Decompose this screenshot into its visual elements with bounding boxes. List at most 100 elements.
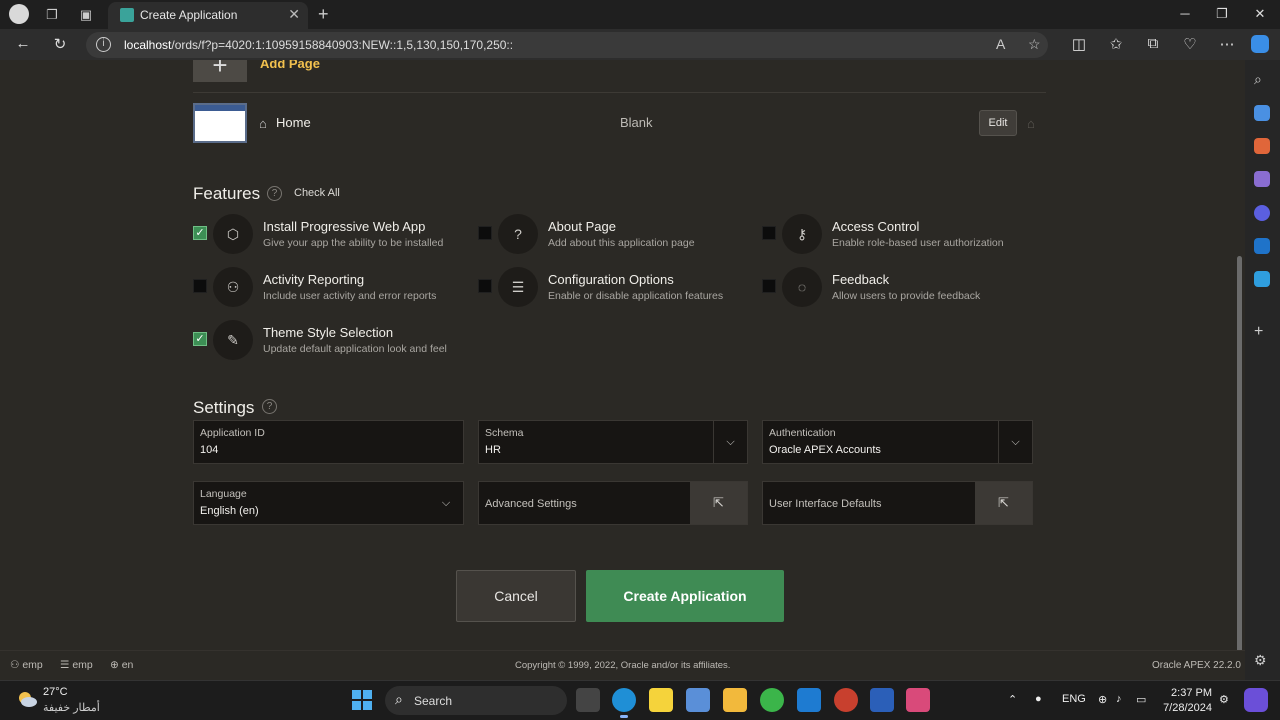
back-icon[interactable]: ← [13, 35, 33, 52]
chevron-down-icon[interactable]: ⌵ [998, 421, 1032, 463]
volume-icon[interactable]: ♪ [1116, 693, 1122, 705]
feature-about-page[interactable]: ? About Page Add about this application … [478, 214, 748, 258]
task-view-icon[interactable] [576, 688, 600, 712]
sticky-notes-icon[interactable] [649, 688, 673, 712]
shopping-icon[interactable] [1254, 105, 1270, 121]
checkbox-unchecked[interactable] [762, 279, 776, 293]
language-select[interactable]: Language English (en) ⌵ [193, 481, 464, 525]
show-hidden-icons-icon[interactable]: ⌃ [1008, 693, 1017, 706]
check-all-link[interactable]: Check All [294, 187, 340, 199]
field-value[interactable]: 104 [200, 444, 218, 456]
telegram-icon[interactable] [1254, 271, 1270, 287]
start-windows-icon[interactable] [352, 690, 372, 710]
microphone-icon[interactable]: ● [1035, 693, 1042, 705]
chevron-down-icon[interactable]: ⌵ [713, 421, 747, 463]
input-language[interactable]: ENG [1062, 693, 1086, 705]
close-window-icon[interactable]: ✕ [1250, 6, 1270, 22]
footer-lang-code: en [121, 659, 134, 671]
file-explorer-icon[interactable] [723, 688, 747, 712]
set-home-icon[interactable]: ⌂ [1027, 116, 1035, 131]
feature-access-control[interactable]: ⚷ Access Control Enable role-based user … [762, 214, 1032, 258]
schema-select[interactable]: Schema HR ⌵ [478, 420, 748, 464]
vscode-icon[interactable] [797, 688, 821, 712]
url-text[interactable]: localhost/ords/f?p=4020:1:10959158840903… [124, 38, 513, 52]
feature-configuration-options[interactable]: ☰ Configuration Options Enable or disabl… [478, 267, 748, 311]
clock-date[interactable]: 7/28/2024 [1150, 702, 1212, 714]
footer-user[interactable]: ⚇ emp [10, 659, 43, 671]
notifications-icon[interactable]: ⚙ [1219, 693, 1229, 706]
browser-essentials-icon[interactable]: ♡ [1180, 35, 1200, 53]
edit-home-page-button[interactable]: Edit [979, 110, 1017, 136]
read-aloud-icon[interactable]: A [996, 36, 1005, 52]
cancel-button[interactable]: Cancel [456, 570, 576, 622]
footer-language[interactable]: ⊕ en [110, 659, 133, 671]
open-dialog-icon[interactable]: ⇱ [690, 482, 747, 524]
snipping-tool-icon[interactable] [906, 688, 930, 712]
box-icon: ⬡ [213, 214, 253, 254]
feature-feedback[interactable]: ◌ Feedback Allow users to provide feedba… [762, 267, 1032, 311]
search-icon[interactable]: ⌕ [1254, 71, 1270, 87]
checkbox-unchecked[interactable] [478, 226, 492, 240]
weather-condition[interactable]: أمطار خفيفة [43, 701, 100, 714]
refresh-icon[interactable]: ↻ [50, 35, 70, 53]
word-icon[interactable] [870, 688, 894, 712]
games-icon[interactable] [1254, 171, 1270, 187]
site-info-icon[interactable]: i [96, 37, 111, 52]
copilot-icon[interactable] [1251, 35, 1269, 53]
battery-icon[interactable]: ▭ [1136, 693, 1146, 706]
oracle-app-icon[interactable] [834, 688, 858, 712]
tab-create-application[interactable]: Create Application ✕ [108, 2, 308, 29]
clock-time[interactable]: 2:37 PM [1164, 687, 1212, 699]
authentication-select[interactable]: Authentication Oracle APEX Accounts ⌵ [762, 420, 1033, 464]
edge-app-icon[interactable] [612, 688, 636, 718]
close-tab-icon[interactable]: ✕ [288, 6, 300, 23]
checkbox-checked[interactable]: ✓ [193, 332, 207, 346]
add-sidebar-app-icon[interactable]: + [1254, 323, 1270, 340]
profile-avatar-icon[interactable] [9, 4, 29, 24]
network-icon[interactable]: ⊕ [1098, 693, 1107, 706]
tab-actions-icon[interactable]: ▣ [77, 6, 95, 24]
sidebar-settings-icon[interactable]: ⚙ [1254, 652, 1270, 668]
feature-activity-reporting[interactable]: ⚇ Activity Reporting Include user activi… [193, 267, 463, 311]
chrome-icon[interactable] [760, 688, 784, 712]
maximize-icon[interactable]: ❐ [1212, 6, 1232, 22]
field-label: User Interface Defaults [769, 498, 882, 510]
settings-help-icon[interactable]: ? [262, 399, 277, 414]
add-page-link[interactable]: Add Page [260, 60, 320, 71]
minimize-icon[interactable]: ─ [1175, 6, 1195, 21]
feature-description: Add about this application page [548, 237, 695, 249]
checkbox-checked[interactable]: ✓ [193, 226, 207, 240]
page-scrollbar[interactable] [1237, 256, 1242, 680]
open-dialog-icon[interactable]: ⇱ [975, 482, 1032, 524]
advanced-settings-field[interactable]: Advanced Settings ⇱ [478, 481, 748, 525]
collections-icon[interactable]: ⧉ [1143, 35, 1163, 52]
favorite-star-icon[interactable]: ☆ [1028, 36, 1041, 53]
checkbox-unchecked[interactable] [193, 279, 207, 293]
weather-cloud-icon[interactable] [16, 689, 38, 709]
checkbox-unchecked[interactable] [478, 279, 492, 293]
copilot-taskbar-icon[interactable] [1244, 688, 1268, 712]
application-id-field[interactable]: Application ID 104 [193, 420, 464, 464]
chevron-down-icon[interactable]: ⌵ [429, 482, 463, 524]
more-menu-icon[interactable]: ⋯ [1217, 35, 1237, 53]
footer-schema[interactable]: ☰ emp [60, 659, 93, 671]
create-application-button[interactable]: Create Application [586, 570, 784, 622]
copilot-sidebar-icon[interactable] [1254, 205, 1270, 221]
workspaces-icon[interactable]: ❐ [43, 6, 61, 24]
tools-icon[interactable] [1254, 138, 1270, 154]
ui-defaults-field[interactable]: User Interface Defaults ⇱ [762, 481, 1033, 525]
address-bar[interactable]: i localhost/ords/f?p=4020:1:109591588409… [86, 32, 1048, 58]
store-icon[interactable] [686, 688, 710, 712]
add-page-thumbnail[interactable]: + [193, 60, 247, 82]
features-help-icon[interactable]: ? [267, 186, 282, 201]
new-tab-icon[interactable]: + [318, 4, 329, 25]
feature-install-pwa[interactable]: ✓ ⬡ Install Progressive Web App Give you… [193, 214, 463, 258]
weather-temp[interactable]: 27°C [43, 686, 68, 698]
favorites-icon[interactable]: ✩ [1106, 35, 1126, 53]
feature-theme-style-selection[interactable]: ✓ ✎ Theme Style Selection Update default… [193, 320, 463, 364]
search-label: Search [414, 694, 453, 708]
checkbox-unchecked[interactable] [762, 226, 776, 240]
outlook-icon[interactable] [1254, 238, 1270, 254]
taskbar-search[interactable]: ⌕ Search [385, 686, 567, 715]
split-screen-icon[interactable]: ◫ [1069, 35, 1089, 53]
